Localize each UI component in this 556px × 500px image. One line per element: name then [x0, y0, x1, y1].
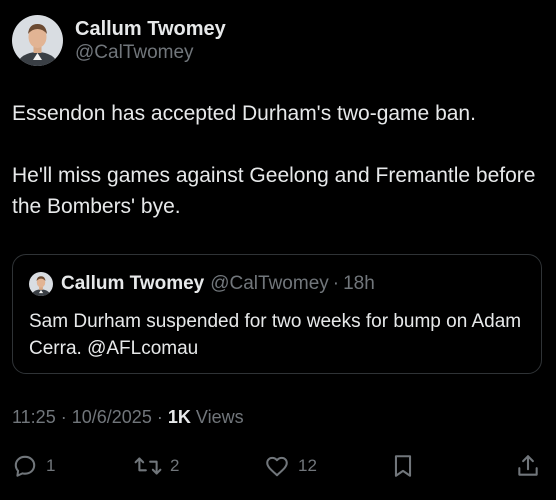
bookmark-button[interactable] [391, 448, 415, 484]
tweet-paragraph: He'll miss games against Geelong and Fre… [12, 164, 536, 218]
tweet-text: Essendon has accepted Durham's two-game … [12, 98, 542, 222]
quoted-tweet-card[interactable]: Callum Twomey @CalTwomey · 18h Sam Durha… [12, 254, 542, 374]
tweet-meta: 11:25 · 10/6/2025 · 1K Views [12, 407, 244, 428]
quoted-meta-separator: · [332, 273, 340, 294]
like-count: 12 [298, 456, 317, 475]
bookmark-icon [394, 455, 412, 477]
views-label: Views [195, 407, 244, 427]
quoted-tweet-text: Sam Durham suspended for two weeks for b… [29, 311, 522, 359]
reply-count: 1 [46, 456, 56, 475]
tweet-header: Callum Twomey @CalTwomey [12, 15, 226, 66]
share-icon [518, 455, 538, 476]
author-display-name[interactable]: Callum Twomey [75, 17, 226, 41]
tweet-paragraph: Essendon has accepted Durham's two-game … [12, 102, 476, 125]
author-avatar[interactable] [12, 15, 63, 66]
tweet-actions: 1 2 12 [0, 448, 556, 484]
quoted-tweet-time: 18h [343, 273, 375, 294]
quoted-author-display-name: Callum Twomey [61, 273, 205, 294]
retweet-button[interactable]: 2 [134, 448, 179, 484]
retweet-count: 2 [170, 456, 180, 475]
tweet-date[interactable]: 10/6/2025 [72, 407, 152, 427]
share-button[interactable] [515, 448, 541, 484]
like-icon [266, 456, 288, 477]
like-button[interactable]: 12 [264, 448, 317, 484]
meta-separator: · [60, 407, 67, 427]
views-count: 1K [167, 407, 191, 427]
reply-button[interactable]: 1 [12, 448, 55, 484]
quoted-tweet-header: Callum Twomey @CalTwomey · 18h [29, 272, 375, 296]
tweet-time[interactable]: 11:25 [12, 407, 56, 427]
quoted-author-handle: @CalTwomey [210, 273, 329, 294]
quoted-author-avatar [29, 272, 53, 296]
meta-separator: · [156, 407, 163, 427]
author-handle[interactable]: @CalTwomey [75, 42, 226, 65]
retweet-icon [134, 457, 162, 475]
reply-icon [14, 455, 36, 477]
